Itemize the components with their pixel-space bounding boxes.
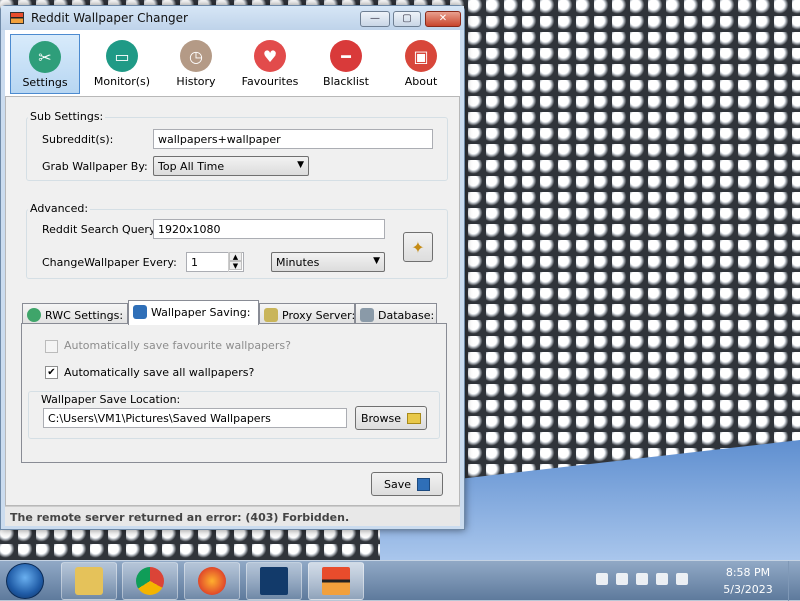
window-title: Reddit Wallpaper Changer [31, 11, 188, 25]
taskbar-chrome[interactable] [122, 562, 178, 600]
tab-rwc-settings[interactable]: RWC Settings: [22, 303, 128, 325]
floppy-disk-icon [417, 477, 430, 491]
auto-save-all-label: Automatically save all wallpapers? [64, 366, 255, 379]
clock-icon: ◷ [180, 40, 212, 72]
sub-settings-heading: Sub Settings: [28, 110, 106, 123]
firefox-icon [198, 567, 226, 595]
monitor-icon [260, 567, 288, 595]
start-button[interactable] [6, 563, 44, 599]
grab-wallpaper-value: Top All Time [158, 160, 225, 173]
folder-icon [75, 567, 103, 595]
auto-save-all-checkbox[interactable]: ✔ [45, 366, 58, 379]
show-desktop-button[interactable] [788, 561, 800, 601]
chevron-down-icon: ▼ [373, 256, 380, 266]
system-tray [596, 573, 688, 589]
clock-date: 5/3/2023 [723, 583, 773, 596]
tab-label: Proxy Server: [282, 309, 356, 322]
chevron-down-icon: ▼ [297, 160, 304, 170]
stepper-down-icon[interactable]: ▼ [229, 261, 242, 270]
save-button[interactable]: Save [371, 472, 443, 496]
no-entry-icon: ━ [330, 40, 362, 72]
disk-icon [133, 305, 147, 319]
magic-wand-button[interactable]: ✦ [403, 232, 433, 262]
save-location-label: Wallpaper Save Location: [39, 393, 183, 406]
toolbar-label: Settings [22, 76, 68, 89]
search-query-input[interactable]: 1920x1080 [153, 219, 385, 239]
minimize-button[interactable]: — [360, 11, 390, 27]
monitor-icon: ▭ [106, 40, 138, 72]
flag-icon[interactable] [636, 573, 648, 585]
speaker-icon[interactable] [676, 573, 688, 585]
tab-label: Database: [378, 309, 435, 322]
browse-label: Browse [360, 411, 402, 425]
app-icon [10, 12, 24, 24]
tab-proxy-server[interactable]: Proxy Server: [259, 303, 355, 325]
tab-label: Wallpaper Saving: [151, 306, 251, 319]
grab-wallpaper-label: Grab Wallpaper By: [42, 160, 148, 173]
folder-icon [407, 412, 422, 424]
subreddits-label: Subreddit(s): [42, 133, 114, 146]
stepper-up-icon[interactable]: ▲ [229, 252, 242, 261]
server-icon [264, 308, 278, 322]
tray-app-icon[interactable] [616, 573, 628, 585]
photo-icon: ▣ [405, 40, 437, 72]
change-every-value: 1 [191, 256, 198, 269]
taskbar-reddit-wallpaper-changer[interactable] [308, 562, 364, 600]
magic-wand-icon: ✦ [411, 237, 425, 257]
subreddits-input[interactable]: wallpapers+wallpaper [153, 129, 433, 149]
chrome-icon [136, 567, 164, 595]
tab-wallpaper-saving[interactable]: Wallpaper Saving: [128, 300, 259, 325]
main-toolbar: ✂ Settings ▭ Monitor(s) ◷ History ♥ Favo… [5, 30, 460, 96]
toolbar-label: Favourites [241, 75, 299, 88]
title-bar[interactable]: Reddit Wallpaper Changer — ▢ ✕ [1, 6, 464, 30]
toolbar-label: Blacklist [323, 75, 369, 88]
advanced-heading: Advanced: [28, 202, 91, 215]
browse-button[interactable]: Browse [355, 406, 427, 430]
clock[interactable]: 8:58 PM 5/3/2023 [718, 564, 778, 598]
grab-wallpaper-select[interactable]: Top All Time ▼ [153, 156, 309, 176]
auto-save-favourites-label: Automatically save favourite wallpapers? [64, 339, 291, 352]
status-bar: The remote server returned an error: (40… [5, 506, 460, 526]
interval-unit-value: Minutes [276, 256, 320, 269]
taskbar-explorer[interactable] [61, 562, 117, 600]
save-label: Save [383, 477, 411, 491]
taskbar: 8:58 PM 5/3/2023 [0, 560, 800, 601]
toolbar-label: Monitor(s) [93, 75, 151, 88]
taskbar-firefox[interactable] [184, 562, 240, 600]
tools-icon: ✂ [29, 41, 61, 73]
app-window: Reddit Wallpaper Changer — ▢ ✕ ✂ Setting… [0, 5, 465, 530]
toolbar-history[interactable]: ◷ History [161, 34, 231, 94]
settings-panel: Sub Settings: Subreddit(s): wallpapers+w… [5, 96, 460, 506]
interval-unit-select[interactable]: Minutes ▼ [271, 252, 385, 272]
toolbar-favourites[interactable]: ♥ Favourites [235, 34, 305, 94]
save-location-input[interactable]: C:\Users\VM1\Pictures\Saved Wallpapers [43, 408, 347, 428]
check-icon: ✔ [47, 367, 56, 378]
search-query-label: Reddit Search Query: [42, 223, 159, 236]
close-button[interactable]: ✕ [425, 11, 461, 27]
app-icon [322, 567, 350, 595]
wallpaper-saving-panel: Automatically save favourite wallpapers?… [21, 323, 447, 463]
database-icon [360, 308, 374, 322]
tab-label: RWC Settings: [45, 309, 124, 322]
toolbar-label: History [176, 75, 216, 88]
tray-arrow-icon[interactable] [596, 573, 608, 585]
toolbar-settings[interactable]: ✂ Settings [10, 34, 80, 94]
network-icon[interactable] [656, 573, 668, 585]
change-every-label: ChangeWallpaper Every: [42, 256, 177, 269]
taskbar-remote-desktop[interactable] [246, 562, 302, 600]
toolbar-label: About [404, 75, 438, 88]
auto-save-favourites-checkbox[interactable] [45, 340, 58, 353]
toolbar-monitors[interactable]: ▭ Monitor(s) [87, 34, 157, 94]
tab-database[interactable]: Database: [355, 303, 437, 325]
heart-icon: ♥ [254, 40, 286, 72]
toolbar-blacklist[interactable]: ━ Blacklist [311, 34, 381, 94]
clock-time: 8:58 PM [725, 566, 771, 579]
change-every-stepper[interactable]: ▲ ▼ [228, 252, 242, 272]
gear-icon [27, 308, 41, 322]
maximize-button[interactable]: ▢ [393, 11, 421, 27]
toolbar-about[interactable]: ▣ About [386, 34, 456, 94]
